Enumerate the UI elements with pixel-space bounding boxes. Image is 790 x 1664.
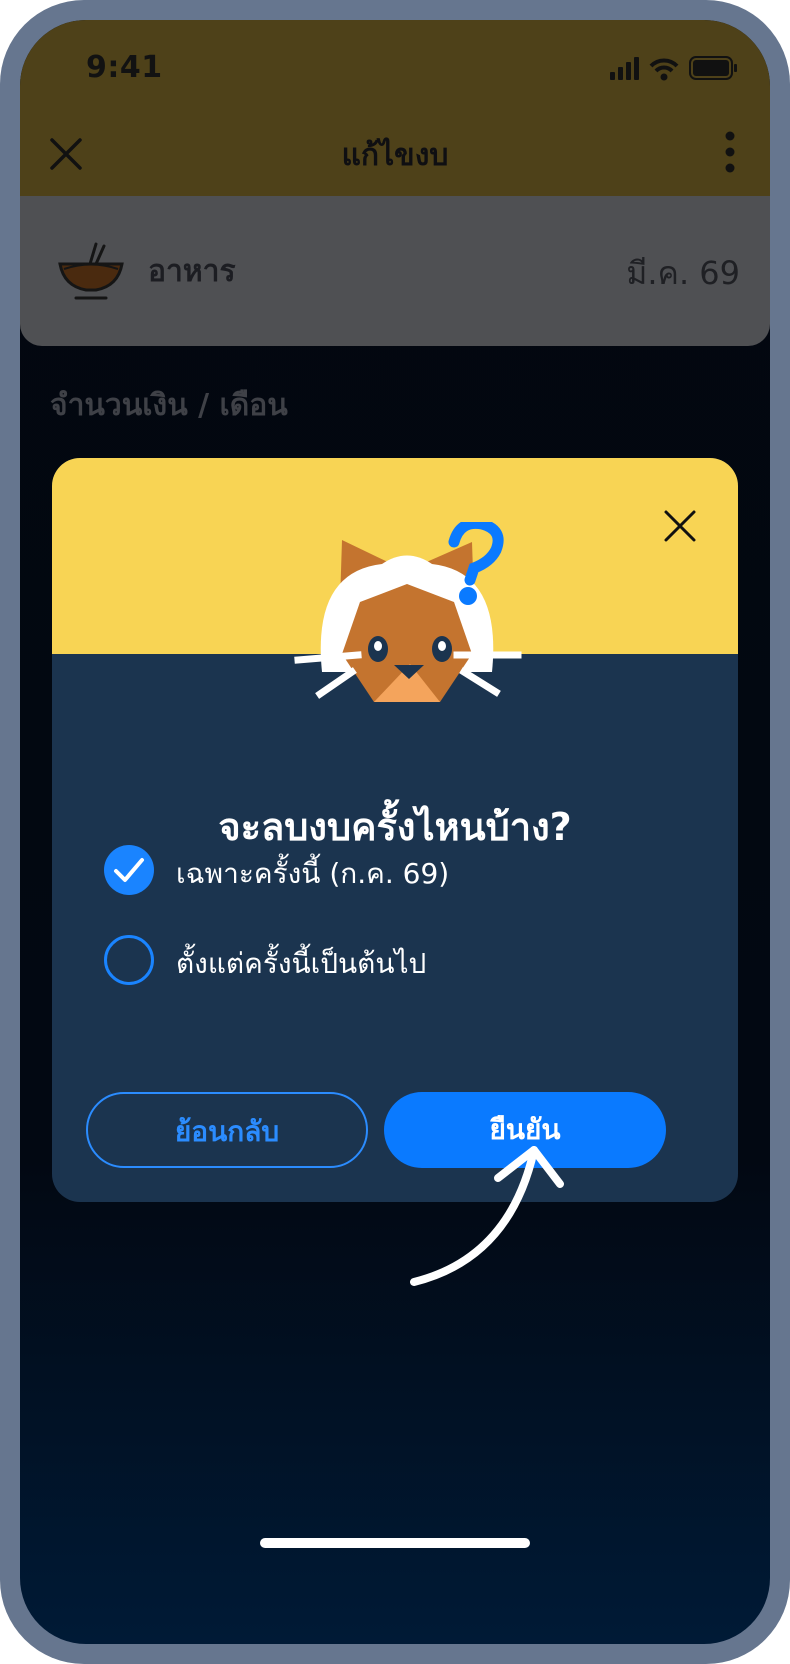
option-from-now-on[interactable]: ตั้งแต่ครั้งนี้เป็นต้นไป (104, 930, 684, 990)
option-label: เฉพาะครั้งนี้ (ก.ค. 69) (176, 857, 450, 890)
home-indicator (260, 1538, 530, 1548)
top-bar: 9:41 แก้ไขงบ (20, 20, 770, 196)
option-label: ตั้งแต่ครั้งนี้เป็นต้นไป (176, 947, 427, 980)
status-time: 9:41 (86, 50, 163, 85)
category-row[interactable]: อาหาร มี.ค. 69 (20, 196, 770, 346)
status-icons (610, 54, 740, 88)
screen: 9:41 แก้ไขงบ อาหาร มี.ค. 69 จำนวนเงิน / … (20, 20, 770, 1644)
unchecked-radio-icon[interactable] (104, 935, 154, 985)
page-title: แก้ไขงบ (341, 138, 449, 173)
option-this-time-only[interactable]: เฉพาะครั้งนี้ (ก.ค. 69) (104, 840, 684, 900)
back-button[interactable]: ย้อนกลับ (86, 1092, 368, 1168)
category-month: มี.ค. 69 (626, 254, 740, 292)
hint-arrow-icon (400, 1120, 600, 1300)
dialog-close-icon[interactable] (660, 506, 700, 546)
category-name: อาหาร (148, 254, 236, 289)
amount-label: จำนวนเงิน / เดือน (50, 388, 288, 423)
more-options-icon[interactable] (720, 128, 740, 178)
noodle-bowl-icon (56, 236, 126, 306)
confused-cat-mascot-icon (282, 517, 532, 722)
delete-dialog: จะลบงบครั้งไหนบ้าง? เฉพาะครั้งนี้ (ก.ค. … (52, 458, 738, 1202)
signal-wifi-battery-icon (610, 56, 737, 81)
checked-radio-icon[interactable] (104, 845, 154, 895)
phone-frame: 9:41 แก้ไขงบ อาหาร มี.ค. 69 จำนวนเงิน / … (0, 0, 790, 1664)
